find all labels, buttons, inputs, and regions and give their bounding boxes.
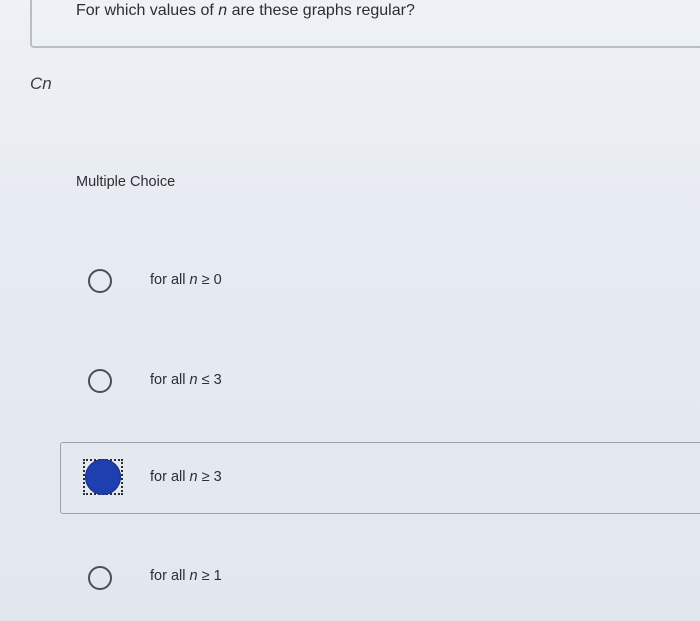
option-variable-4: n <box>189 568 198 584</box>
option-label-3[interactable]: for all n ≥ 3 <box>150 469 222 485</box>
option-variable-2: n <box>189 372 198 388</box>
option-prefix-1: for all <box>150 272 190 288</box>
question-variable: n <box>218 2 228 19</box>
radio-button-4[interactable] <box>88 566 112 590</box>
option-prefix-4: for all <box>150 568 190 584</box>
radio-button-1[interactable] <box>88 269 112 293</box>
graph-label: Cn <box>30 74 52 93</box>
question-suffix: are these graphs regular? <box>227 2 415 19</box>
option-label-2[interactable]: for all n ≤ 3 <box>150 372 222 388</box>
option-item-3-selected[interactable]: for all n ≥ 3 <box>60 442 700 514</box>
option-relation-4: ≥ 1 <box>201 568 222 584</box>
option-prefix-3: for all <box>150 469 190 485</box>
option-prefix-2: for all <box>150 372 190 388</box>
option-relation-1: ≥ 0 <box>201 272 222 288</box>
option-item-2[interactable]: for all n ≤ 3 <box>0 350 700 410</box>
radio-button-3-checked[interactable] <box>85 459 121 495</box>
question-text: For which values of n are these graphs r… <box>76 2 415 20</box>
option-variable-1: n <box>189 272 198 288</box>
multiple-choice-heading: Multiple Choice <box>76 174 176 190</box>
option-label-4[interactable]: for all n ≥ 1 <box>150 568 222 584</box>
option-item-1[interactable]: for all n ≥ 0 <box>0 250 700 310</box>
option-label-1[interactable]: for all n ≥ 0 <box>150 272 222 288</box>
option-relation-3: ≥ 3 <box>201 469 222 485</box>
radio-button-2[interactable] <box>88 369 112 393</box>
option-relation-2: ≤ 3 <box>201 372 222 388</box>
option-item-4[interactable]: for all n ≥ 1 <box>0 548 700 608</box>
option-variable-3: n <box>189 469 198 485</box>
question-prefix: For which values of <box>76 2 219 19</box>
